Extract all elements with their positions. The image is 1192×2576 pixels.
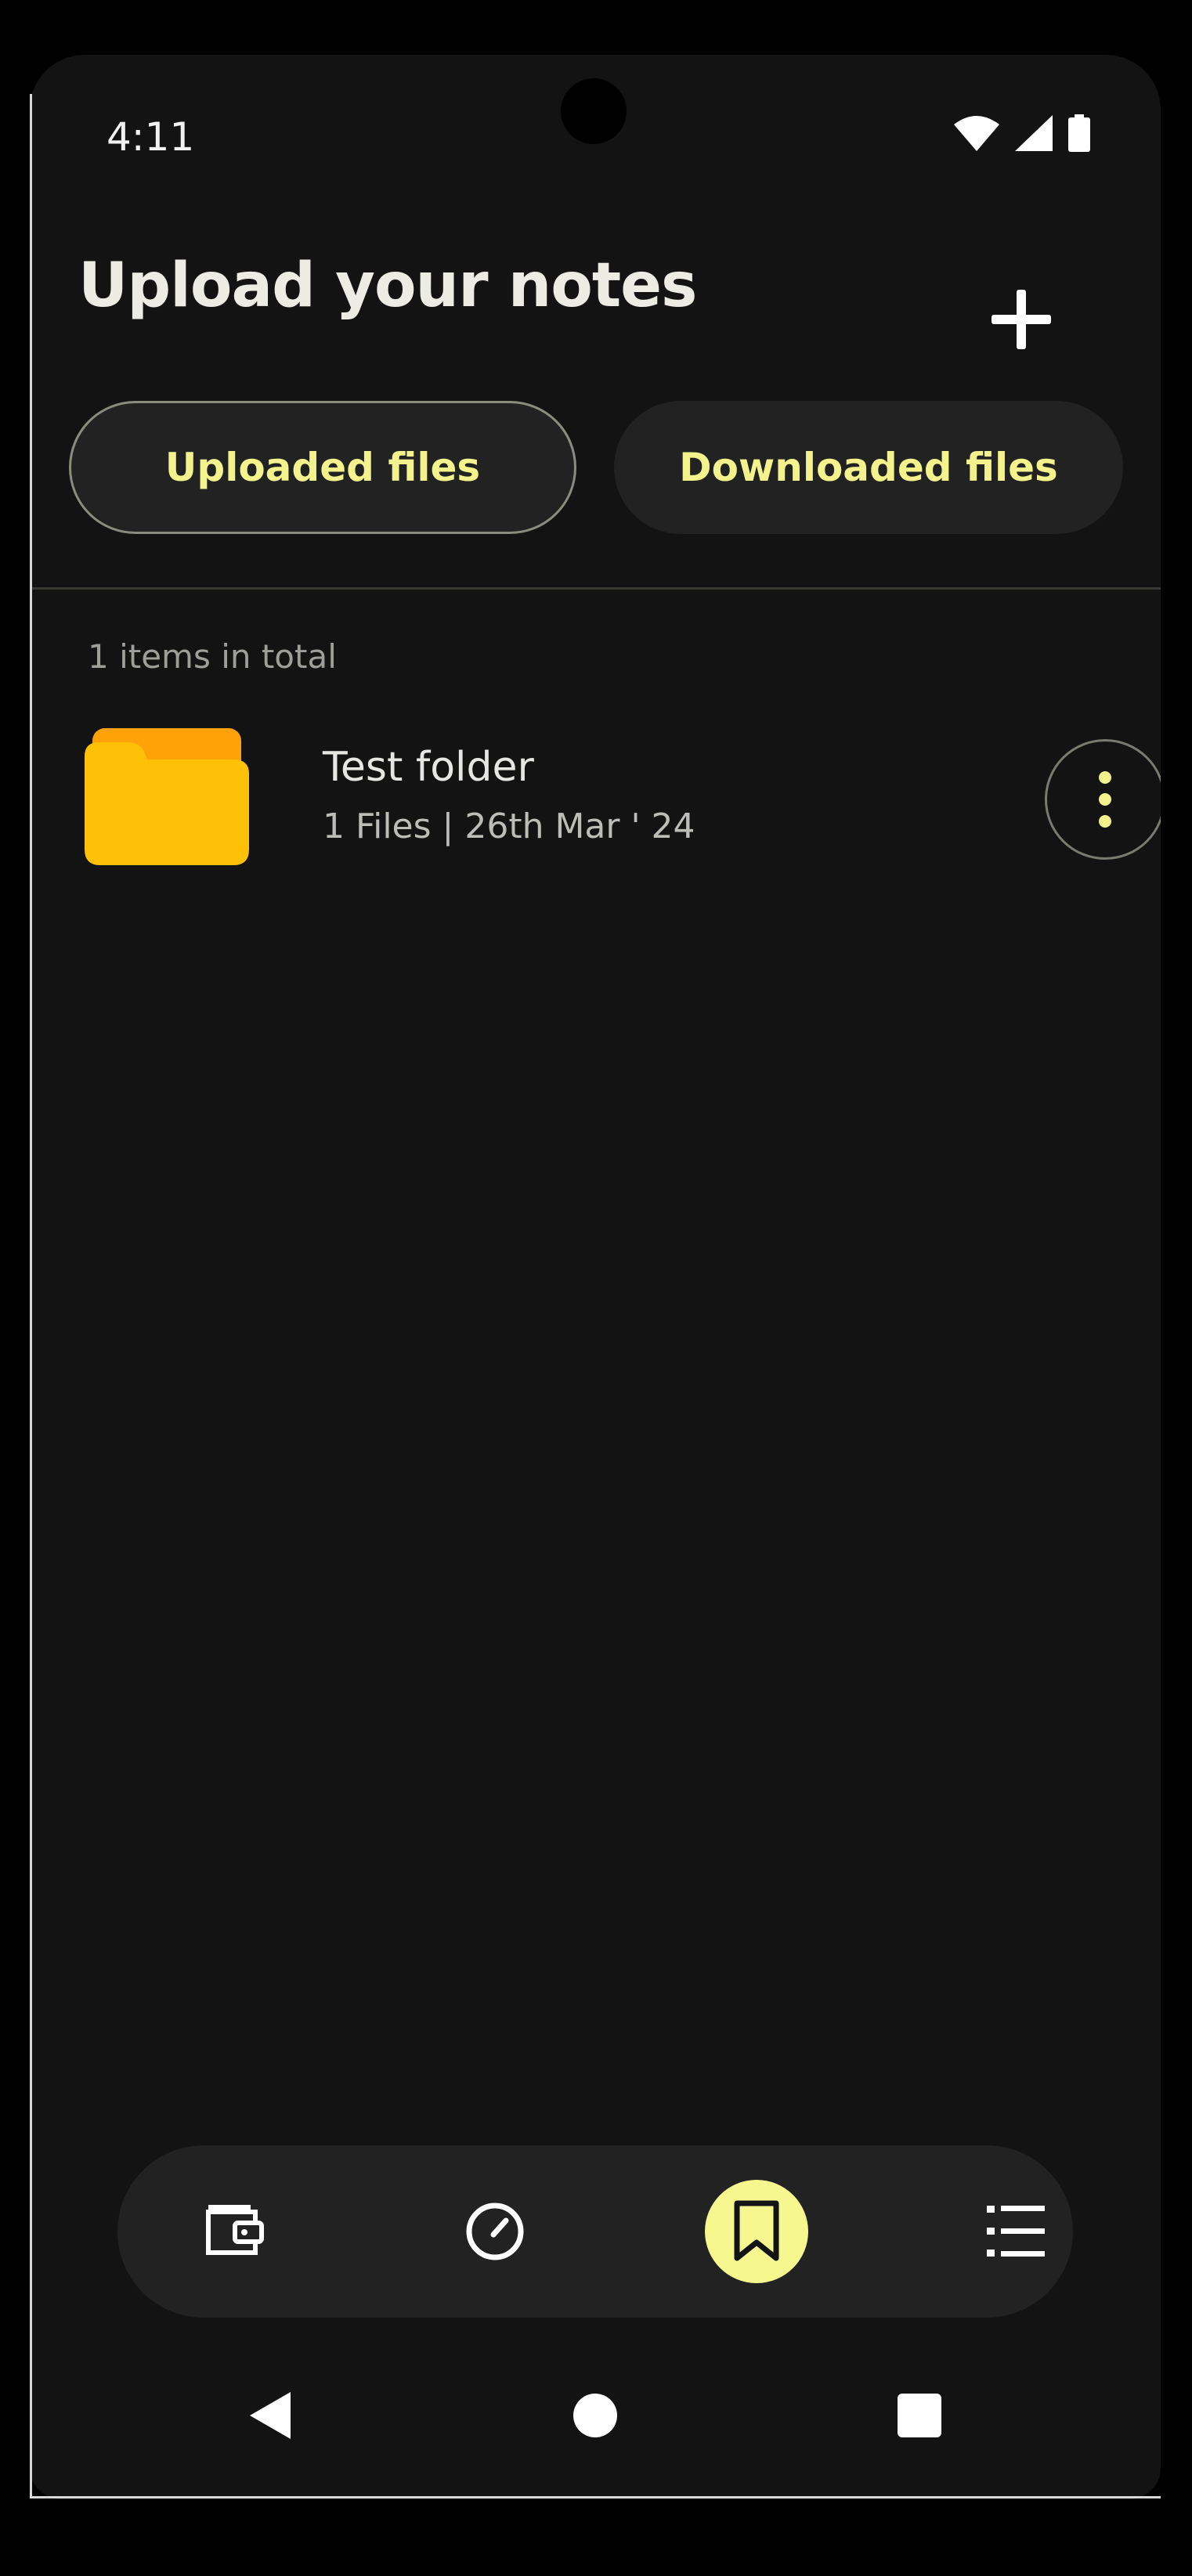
wallet-icon [206,2205,264,2255]
app-screen: 4:11 Upload your notes Uploaded files Do… [30,55,1161,2499]
home-icon [573,2394,617,2437]
status-time: 4:11 [107,114,195,160]
list-item[interactable]: Test folder 1 Files | 26th Mar ' 24 [85,728,1161,869]
more-vert-icon [1099,771,1111,828]
screen-edge [30,94,32,2498]
bottom-navigation [117,2145,1073,2318]
screen-bottom-edge [30,2496,1161,2498]
bookmark-icon [734,2200,779,2261]
nav-wallet[interactable] [176,2173,294,2290]
wifi-icon [954,115,999,154]
nav-dashboard[interactable] [436,2173,554,2290]
system-home-button[interactable] [552,2372,638,2459]
back-icon [250,2392,291,2439]
plus-icon [992,290,1051,349]
folder-icon [85,728,249,865]
tab-label: Uploaded files [164,445,481,490]
system-back-button[interactable] [227,2372,313,2459]
nav-notes[interactable] [705,2180,808,2283]
nav-list[interactable] [958,2173,1075,2290]
system-recents-button[interactable] [876,2372,963,2459]
device-frame: 4:11 Upload your notes Uploaded files Do… [0,0,1192,2576]
list-icon [987,2206,1045,2257]
folder-meta: 1 Files | 26th Mar ' 24 [323,806,695,846]
items-count-label: 1 items in total [88,637,337,676]
tab-uploaded-files[interactable]: Uploaded files [69,401,576,534]
cellular-signal-icon [1015,115,1053,154]
gauge-icon [466,2203,524,2260]
camera-cutout [561,78,627,144]
tab-downloaded-files[interactable]: Downloaded files [614,401,1123,534]
status-icons [954,114,1090,155]
tab-label: Downloaded files [679,445,1058,490]
divider [30,587,1161,590]
page-title: Upload your notes [78,251,697,321]
folder-options-button[interactable] [1045,739,1161,860]
recents-icon [898,2394,941,2437]
folder-name: Test folder [323,744,534,791]
add-button[interactable] [984,282,1059,357]
battery-icon [1068,114,1090,155]
